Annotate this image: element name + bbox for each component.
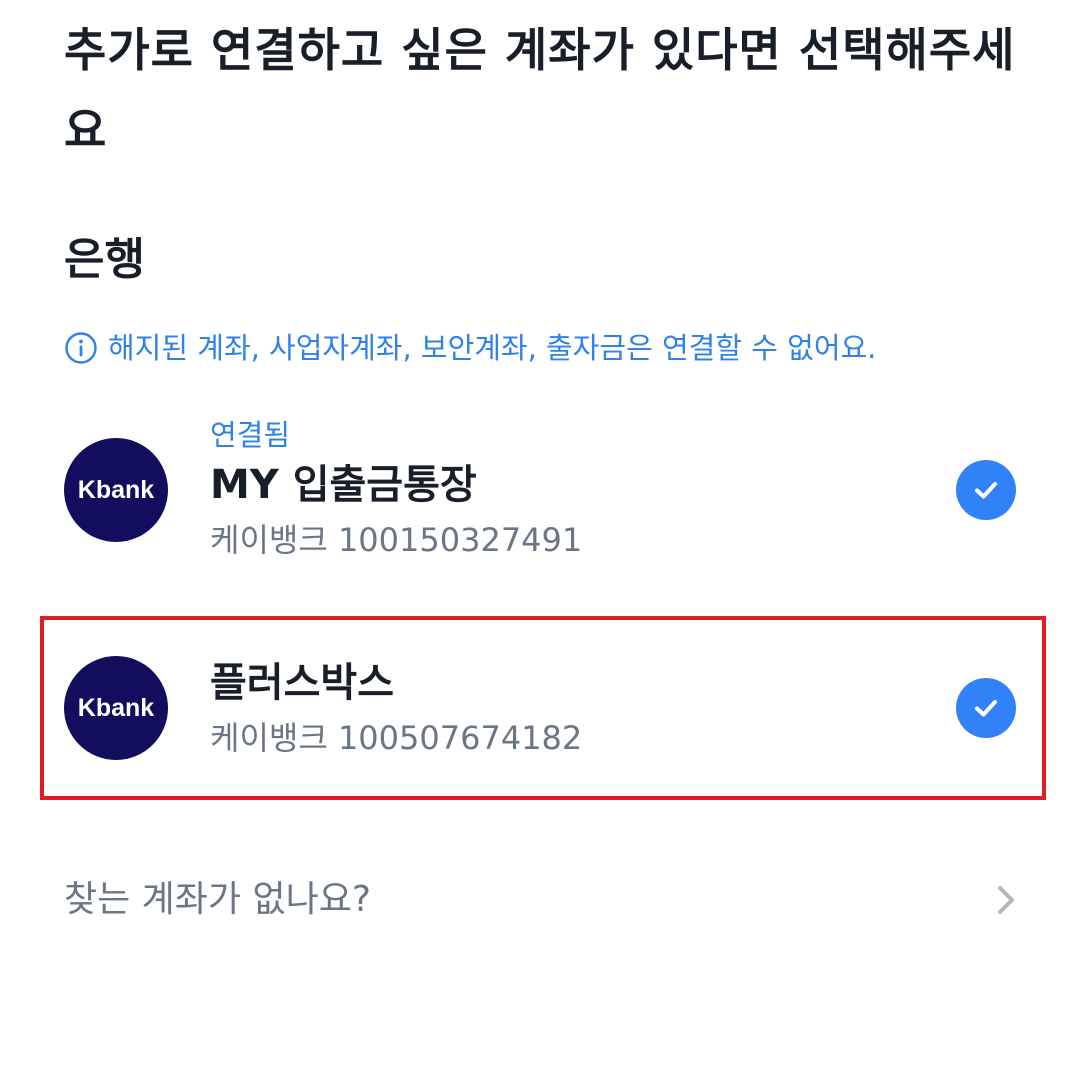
checkmark-icon <box>975 482 997 499</box>
chevron-right-icon <box>998 886 1014 914</box>
account-name: 플러스박스 <box>210 660 394 706</box>
account-number: 100507674182 <box>337 719 583 757</box>
page-title: 추가로 연결하고 싶은 계좌가 있다면 선택해주세요 <box>64 23 1016 157</box>
find-account-label: 찾는 계좌가 없나요? <box>64 879 371 920</box>
account-selection-screen: 추가로 연결하고 싶은 계좌가 있다면 선택해주세요 은행 해지된 계좌, 사업… <box>0 0 1080 1080</box>
kbank-logo: Kbank <box>64 438 168 542</box>
find-account-link[interactable]: 찾는 계좌가 없나요? <box>64 868 1024 932</box>
bank-notice: 해지된 계좌, 사업자계좌, 보안계좌, 출자금은 연결할 수 없어요. <box>64 326 876 370</box>
account-item-my-checking[interactable]: Kbank 연결됨 MY 입출금통장 케이뱅크 100150327491 <box>40 410 1046 570</box>
check-icon[interactable] <box>956 460 1016 520</box>
account-number: 100150327491 <box>337 521 583 559</box>
info-icon <box>65 332 97 364</box>
bank-notice-text: 해지된 계좌, 사업자계좌, 보안계좌, 출자금은 연결할 수 없어요. <box>108 331 877 365</box>
account-status: 연결됨 <box>210 418 291 452</box>
kbank-logo: Kbank <box>64 656 168 760</box>
account-detail: 케이뱅크 100150327491 <box>210 515 582 565</box>
account-detail: 케이뱅크 100507674182 <box>210 713 582 763</box>
bank-section-title: 은행 <box>64 234 145 285</box>
checkmark-icon <box>975 700 997 717</box>
account-name: MY 입출금통장 <box>210 462 477 508</box>
account-info: 플러스박스 케이뱅크 100507674182 <box>210 653 582 763</box>
account-bank: 케이뱅크 <box>210 521 328 559</box>
account-bank: 케이뱅크 <box>210 719 328 757</box>
account-info: 연결됨 MY 입출금통장 케이뱅크 100150327491 <box>210 415 582 565</box>
check-icon[interactable] <box>956 678 1016 738</box>
account-item-plus-box[interactable]: Kbank 플러스박스 케이뱅크 100507674182 <box>40 616 1046 800</box>
